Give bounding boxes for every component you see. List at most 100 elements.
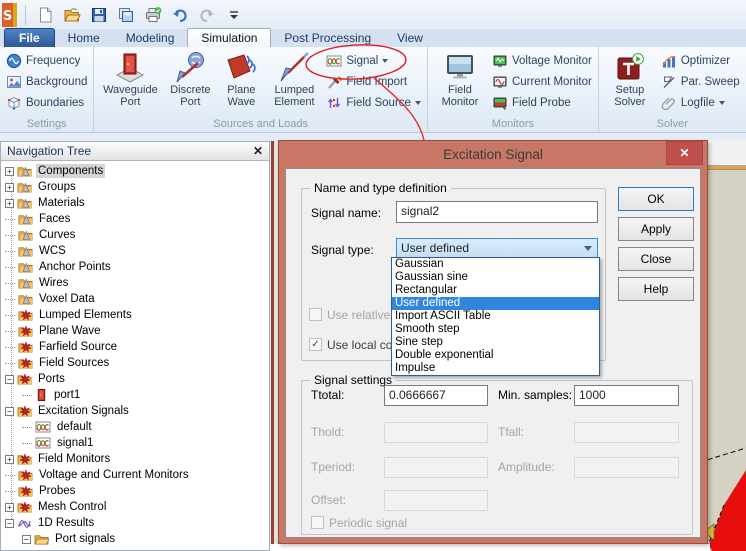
current-monitor-icon [492,74,508,90]
dropdown-option-import-ascii-table[interactable]: Import ASCII Table [392,310,599,323]
tree-item-probes[interactable]: Probes [1,483,77,499]
ok-button[interactable]: OK [618,187,694,211]
tree-item-lumped-elements[interactable]: Lumped Elements [1,307,134,323]
tree-item-1d-results[interactable]: − 1D Results [1,515,96,531]
close-icon[interactable]: ✕ [253,145,263,157]
tree-item-groups[interactable]: + Groups [1,179,78,195]
signal-name-input[interactable]: signal2 [396,201,598,223]
open-icon[interactable] [61,4,83,26]
collapse-icon[interactable]: − [22,534,31,544]
expand-icon[interactable]: + [5,166,14,176]
field-probe-button[interactable]: Field Probe [489,92,595,113]
tree-item-field-monitors[interactable]: + Field Monitors [1,451,112,467]
tree-item-label: Excitation Signals [38,405,129,417]
tree-item-wires[interactable]: Wires [1,275,70,291]
undo-icon[interactable] [169,4,191,26]
boundaries-button[interactable]: Boundaries [3,92,90,113]
tree-item-materials[interactable]: + Materials [1,195,87,211]
par-sweep-button[interactable]: Par. Sweep [658,71,743,92]
tree-item-signal1[interactable]: signal1 [1,435,95,451]
customize-toolbar-icon[interactable] [223,4,245,26]
tree-item-ports[interactable]: − Ports [1,371,67,387]
save-icon[interactable] [88,4,110,26]
tree-item-mesh-control[interactable]: + Mesh Control [1,499,108,515]
tree-item-field-sources[interactable]: Field Sources [1,355,111,371]
tree-item-plane-wave[interactable]: Plane Wave [1,323,103,339]
folder-star-icon [17,452,32,466]
tree-item-curves[interactable]: Curves [1,227,77,243]
collapse-icon[interactable]: − [5,518,14,528]
tab-view[interactable]: View [384,29,436,47]
tree-item-excitation-signals[interactable]: − Excitation Signals [1,403,131,419]
copy-icon[interactable] [115,4,137,26]
print-icon[interactable] [142,4,164,26]
tree-item-label: Field Sources [39,357,110,369]
tree-item-port1[interactable]: port1 [1,387,82,403]
ribbon-group-solver: Setup Solver Optimizer Par. Sweep Logfile So… [599,47,746,132]
dropdown-option-double-exponential[interactable]: Double exponential [392,349,599,362]
tab-modeling[interactable]: Modeling [113,29,188,47]
tree-item-voltage-and-current-monitors[interactable]: Voltage and Current Monitors [1,467,191,483]
ribbon: Frequency Background Boundaries Settings Wav… [0,47,746,133]
waveguide-port-button[interactable]: Waveguide Port [98,49,162,108]
tab-file[interactable]: File [4,28,55,47]
optimizer-button[interactable]: Optimizer [658,50,743,71]
help-button[interactable]: Help [618,277,694,301]
tab-home[interactable]: Home [55,29,113,47]
periodic-signal-checkbox[interactable] [311,516,324,529]
expand-icon[interactable]: + [5,454,14,464]
dropdown-option-impulse[interactable]: Impulse [392,362,599,375]
field-source-button[interactable]: Field Source [323,92,424,113]
tree-item-farfield-source[interactable]: Farfield Source [1,339,119,355]
ribbon-group-monitors: Field Monitor Voltage Monitor Current Moni… [428,47,599,132]
plane-wave-button[interactable]: Plane Wave [218,49,264,108]
lumped-element-icon [277,51,311,83]
tree-item-port-signals[interactable]: − Port signals [1,531,117,547]
expand-icon[interactable]: + [5,198,14,208]
dropdown-option-gaussian-sine[interactable]: Gaussian sine [392,271,599,284]
dropdown-option-user-defined[interactable]: User defined [392,297,599,310]
field-import-button[interactable]: Field Import [323,71,424,92]
tree-item-anchor-points[interactable]: Anchor Points [1,259,113,275]
application-window: S File Home Modeling Simulation Post Process… [0,0,746,551]
expand-icon[interactable]: + [5,182,14,192]
tree-item-components[interactable]: + Components [1,163,106,179]
tree-item-faces[interactable]: Faces [1,211,72,227]
dropdown-option-gaussian[interactable]: Gaussian [392,258,599,271]
use-relative-checkbox[interactable] [309,308,322,321]
tree-item-wcs[interactable]: WCS [1,243,68,259]
field-monitor-button[interactable]: Field Monitor [432,49,488,108]
discrete-port-button[interactable]: Discrete Port [164,49,216,108]
background-button[interactable]: Background [3,71,90,92]
ribbon-group-settings: Frequency Background Boundaries Settings [0,47,95,132]
collapse-icon[interactable]: − [5,374,14,384]
tree-item-label: WCS [39,245,66,257]
frequency-button[interactable]: Frequency [3,50,90,71]
logfile-button[interactable]: Logfile [658,92,743,113]
close-icon[interactable]: ✕ [666,141,703,165]
dropdown-option-rectangular[interactable]: Rectangular [392,284,599,297]
expand-icon[interactable]: + [5,502,14,512]
apply-button[interactable]: Apply [618,217,694,241]
signal-button[interactable]: Signal [323,50,424,71]
dropdown-option-smooth-step[interactable]: Smooth step [392,323,599,336]
tree-item-voxel-data[interactable]: Voxel Data [1,291,97,307]
tree-item-default[interactable]: default [1,419,94,435]
tab-simulation[interactable]: Simulation [187,28,272,47]
collapse-icon[interactable]: − [5,406,14,416]
ttotal-input[interactable]: 0.0666667 [384,385,488,406]
redo-icon[interactable] [196,4,218,26]
setup-solver-button[interactable]: Setup Solver [603,49,657,108]
min-samples-input[interactable]: 1000 [574,385,679,406]
new-document-icon[interactable] [34,4,56,26]
lumped-element-button[interactable]: Lumped Element [266,49,322,108]
ribbon-group-sources-and-loads: Waveguide Port Discrete Port Plane Wave Lum… [94,47,428,132]
tab-post-processing[interactable]: Post Processing [271,29,384,47]
current-monitor-button[interactable]: Current Monitor [489,71,595,92]
voltage-monitor-button[interactable]: Voltage Monitor [489,50,595,71]
dropdown-option-sine-step[interactable]: Sine step [392,336,599,349]
folder-star-icon [18,324,33,338]
close-button[interactable]: Close [618,247,694,271]
navigation-tree-header[interactable]: Navigation Tree ✕ [1,142,269,161]
use-local-copy-checkbox[interactable]: ✓ [309,338,322,351]
